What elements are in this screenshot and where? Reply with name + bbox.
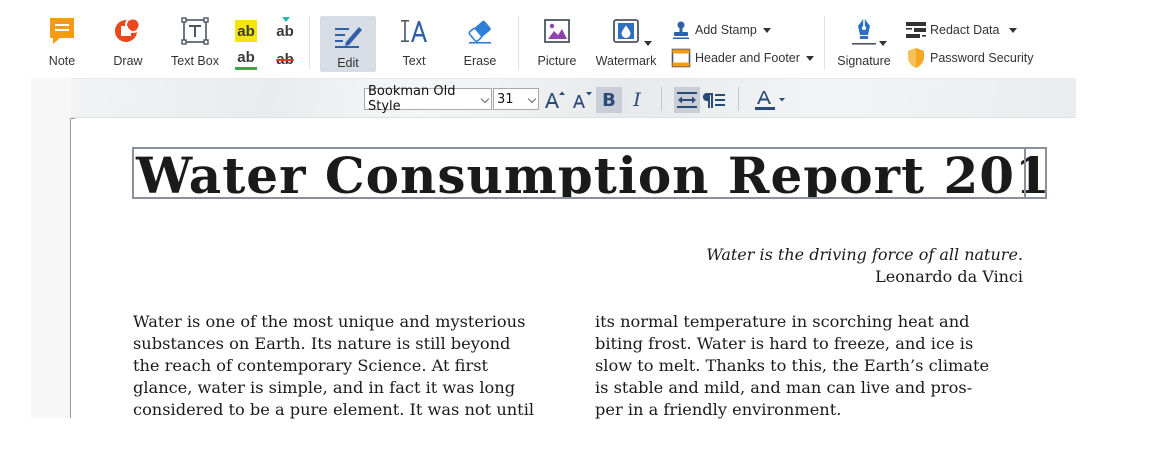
italic-icon: I [633,89,641,111]
squiggly-text-icon[interactable]: ab [274,20,296,42]
text-cursor [1024,147,1026,199]
chevron-down-icon [527,94,537,104]
picture-icon [541,14,573,48]
body-line: considered to be a pure element. It was … [133,400,535,419]
picture-tool-button[interactable]: Picture [536,14,578,72]
edit-tool-button[interactable]: Edit [320,16,376,72]
ribbon-toolbar: Note Draw Text Box ab ab ab ab Edit Text… [0,0,1076,78]
password-security-button[interactable]: Password Security [905,47,1034,69]
erase-label: Erase [463,54,497,68]
format-separator [661,87,662,111]
edit-icon [332,18,364,52]
body-line: its normal temperature in scorching heat… [595,312,970,331]
signature-label: Signature [837,54,891,68]
character-spacing-icon [677,92,697,108]
paragraph-icon [702,93,725,108]
redact-icon [905,19,927,41]
body-line: biting frost. Water is hard to freeze, a… [595,334,974,353]
pdf-editor-window: Note Draw Text Box ab ab ab ab Edit Text… [0,0,1159,451]
stamp-icon [670,19,692,41]
decrease-font-icon [573,92,592,108]
text-box-icon [179,14,211,48]
watermark-label: Watermark [595,54,657,68]
text-box-label: Text Box [171,54,219,68]
signature-pen-icon [848,14,880,48]
header-footer-dropdown-caret [805,55,814,61]
character-spacing-button[interactable] [674,87,700,113]
add-stamp-button[interactable]: Add Stamp [670,19,771,41]
text-label: Text [402,54,426,68]
note-label: Note [48,54,76,68]
add-stamp-label: Add Stamp [695,23,757,37]
strikeout-text-icon[interactable]: ab [274,48,296,70]
draw-icon [112,14,144,48]
insert-text-marker-icon [282,17,290,22]
text-tool-button[interactable]: Text [396,14,432,72]
body-line: per in a friendly environment. [595,400,842,419]
eraser-icon [464,14,496,48]
font-color-icon [755,91,785,110]
format-separator [738,87,739,111]
erase-tool-button[interactable]: Erase [462,14,498,72]
shield-icon [905,47,927,69]
underline-text-icon[interactable]: ab [235,48,257,70]
left-gutter [31,78,71,118]
header-footer-icon [670,47,692,69]
page-edge [70,118,71,418]
redact-data-button[interactable]: Redact Data [905,19,1018,41]
ribbon-separator [309,16,310,70]
font-size-value: 31 [497,91,514,107]
header-footer-button[interactable]: Header and Footer [670,47,814,69]
text-box-tool-button[interactable]: Text Box [170,14,220,72]
ribbon-separator [518,16,519,70]
ribbon-separator [824,16,825,70]
signature-dropdown-caret[interactable] [879,41,887,46]
decrease-font-size-button[interactable] [568,87,594,113]
font-family-select[interactable]: Bookman Old Style [364,84,492,114]
page-edge-corner [70,118,75,119]
body-column-left[interactable]: Water is one of the most unique and myst… [133,311,573,421]
edit-label: Edit [337,56,359,70]
note-tool-button[interactable]: Note [40,14,84,72]
body-line: Water is one of the most unique and myst… [133,312,526,331]
document-title[interactable]: Water Consumption Report 201 [136,149,1045,197]
watermark-dropdown-caret[interactable] [644,41,652,46]
body-line: slow to melt. Thanks to this, the Earth’… [595,356,990,375]
bold-button[interactable]: B [596,87,622,113]
note-icon [46,14,78,48]
header-footer-label: Header and Footer [695,51,800,65]
add-stamp-dropdown-caret [762,27,771,33]
font-size-select[interactable]: 31 [493,88,539,110]
italic-button[interactable]: I [624,87,650,113]
password-security-label: Password Security [930,51,1034,65]
picture-label: Picture [537,54,577,68]
font-color-button[interactable] [751,87,789,113]
redact-dropdown-caret [1009,27,1018,33]
quote-text: Water is the driving force of all nature… [706,245,1023,264]
document-left-margin [31,118,70,418]
quote-author: Leonardo da Vinci [875,267,1023,286]
body-line: glance, water is simple, and in fact it … [133,378,516,397]
text-icon [398,14,430,48]
epigraph[interactable]: Water is the driving force of all nature… [706,244,1023,288]
increase-font-icon [545,91,565,108]
bold-icon: B [602,89,616,111]
body-line: the reach of contemporary Science. At fi… [133,356,489,375]
highlight-text-icon[interactable]: ab [235,20,257,42]
draw-tool-button[interactable]: Draw [106,14,150,72]
text-format-bar: Bookman Old Style 31 B I [71,78,1076,118]
body-column-right[interactable]: its normal temperature in scorching heat… [595,311,1035,421]
font-family-value: Bookman Old Style [368,84,456,114]
increase-font-size-button[interactable] [541,87,567,113]
body-line: is stable and mild, and man can live and… [595,378,973,397]
draw-label: Draw [113,54,143,68]
redact-data-label: Redact Data [930,23,1000,37]
body-line: substances on Earth. Its nature is still… [133,334,511,353]
title-text-box[interactable]: Water Consumption Report 201 [132,147,1047,199]
watermark-icon [610,14,642,48]
paragraph-spacing-button[interactable] [701,87,727,113]
